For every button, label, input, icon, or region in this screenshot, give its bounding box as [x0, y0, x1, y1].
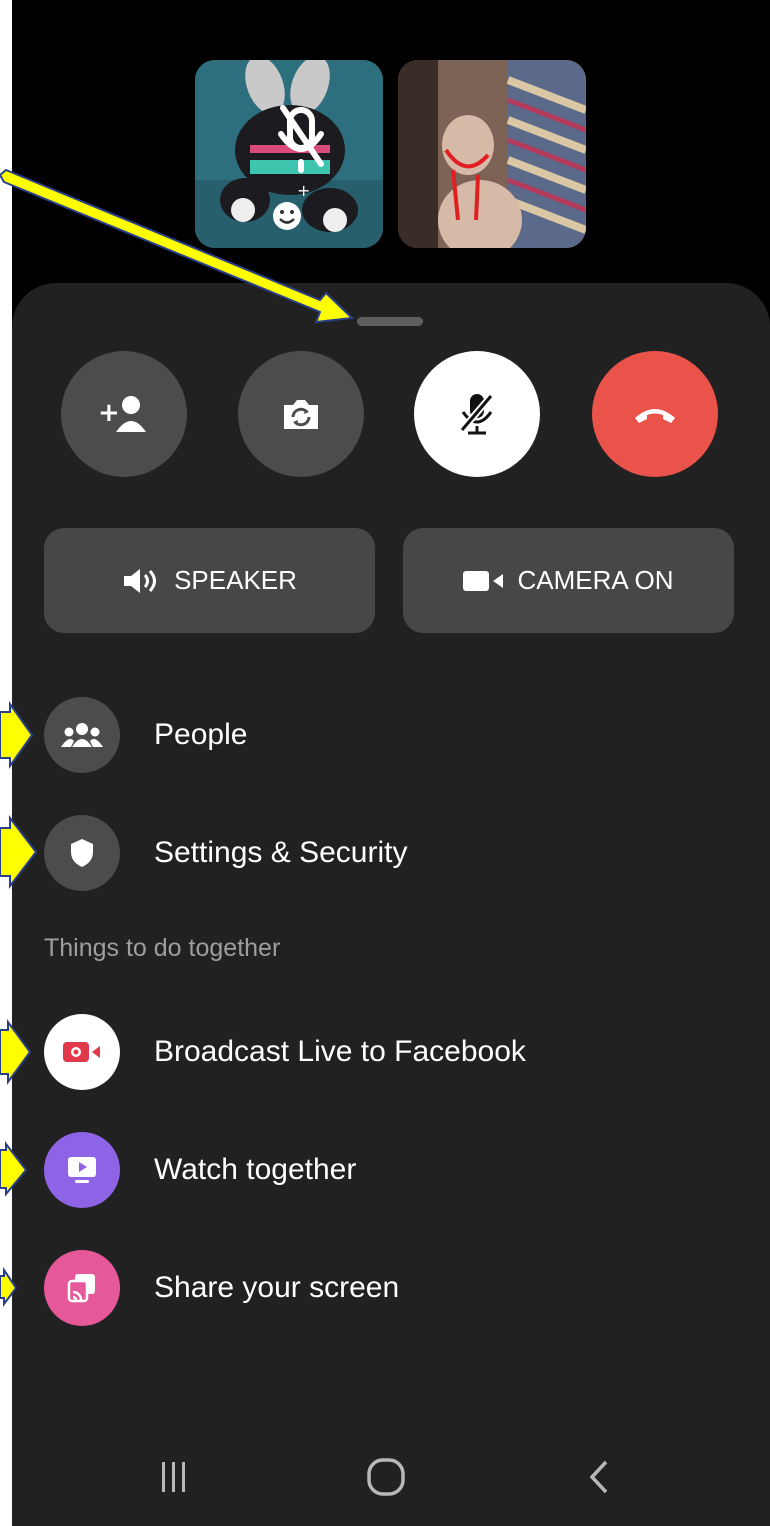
svg-text:+: + — [98, 398, 120, 428]
people-label: People — [154, 718, 248, 751]
call-controls-sheet: + SPEAKER CAMERA ON People Settings & Se… — [12, 283, 770, 1526]
camera-label: CAMERA ON — [517, 565, 674, 595]
alpaca-photo — [398, 60, 586, 248]
sheet-drag-handle[interactable] — [357, 317, 423, 326]
speaker-toggle[interactable]: SPEAKER — [44, 528, 375, 633]
section-header: Things to do together — [44, 934, 281, 962]
menu-item-share-screen[interactable]: Share your screen — [44, 1249, 744, 1327]
menu-item-broadcast-live[interactable]: Broadcast Live to Facebook — [44, 1013, 744, 1091]
mic-off-icon — [459, 393, 494, 435]
home-icon — [367, 1458, 405, 1496]
live-video-icon — [44, 1014, 120, 1090]
recent-apps-button[interactable] — [144, 1447, 204, 1507]
menu-item-settings-security[interactable]: Settings & Security — [44, 814, 744, 892]
menu-item-people[interactable]: People — [44, 696, 744, 774]
watch-together-icon — [44, 1132, 120, 1208]
watch-label: Watch together — [154, 1153, 357, 1186]
speaker-label: SPEAKER — [174, 565, 297, 595]
back-chevron-icon — [589, 1460, 608, 1494]
shield-icon — [44, 815, 120, 891]
home-button[interactable] — [356, 1447, 416, 1507]
broadcast-label: Broadcast Live to Facebook — [154, 1035, 526, 1068]
add-person-icon: + — [98, 396, 146, 432]
recent-apps-icon — [162, 1462, 185, 1492]
system-navigation-bar — [12, 1423, 770, 1526]
mute-button[interactable] — [414, 351, 540, 477]
share-screen-icon — [44, 1250, 120, 1326]
people-icon — [44, 697, 120, 773]
flip-camera-button[interactable] — [238, 351, 364, 477]
back-button[interactable] — [569, 1447, 629, 1507]
add-person-button[interactable]: + — [61, 351, 187, 477]
share-label: Share your screen — [154, 1271, 400, 1304]
camera-toggle[interactable]: CAMERA ON — [403, 528, 734, 633]
svg-text:+: + — [297, 181, 310, 200]
participant-thumbnail[interactable]: + — [195, 60, 383, 248]
menu-item-watch-together[interactable]: Watch together — [44, 1131, 744, 1209]
settings-label: Settings & Security — [154, 836, 408, 869]
call-screen: + + SPEAKER CAMERA ON People Settings & … — [12, 0, 770, 1526]
end-call-icon — [635, 409, 675, 423]
flip-camera-icon — [284, 400, 318, 429]
participant-thumbnail[interactable] — [398, 60, 586, 248]
end-call-button[interactable] — [592, 351, 718, 477]
video-camera-icon — [463, 570, 504, 591]
donkey-photo: + — [195, 60, 383, 248]
speaker-icon — [124, 568, 157, 593]
